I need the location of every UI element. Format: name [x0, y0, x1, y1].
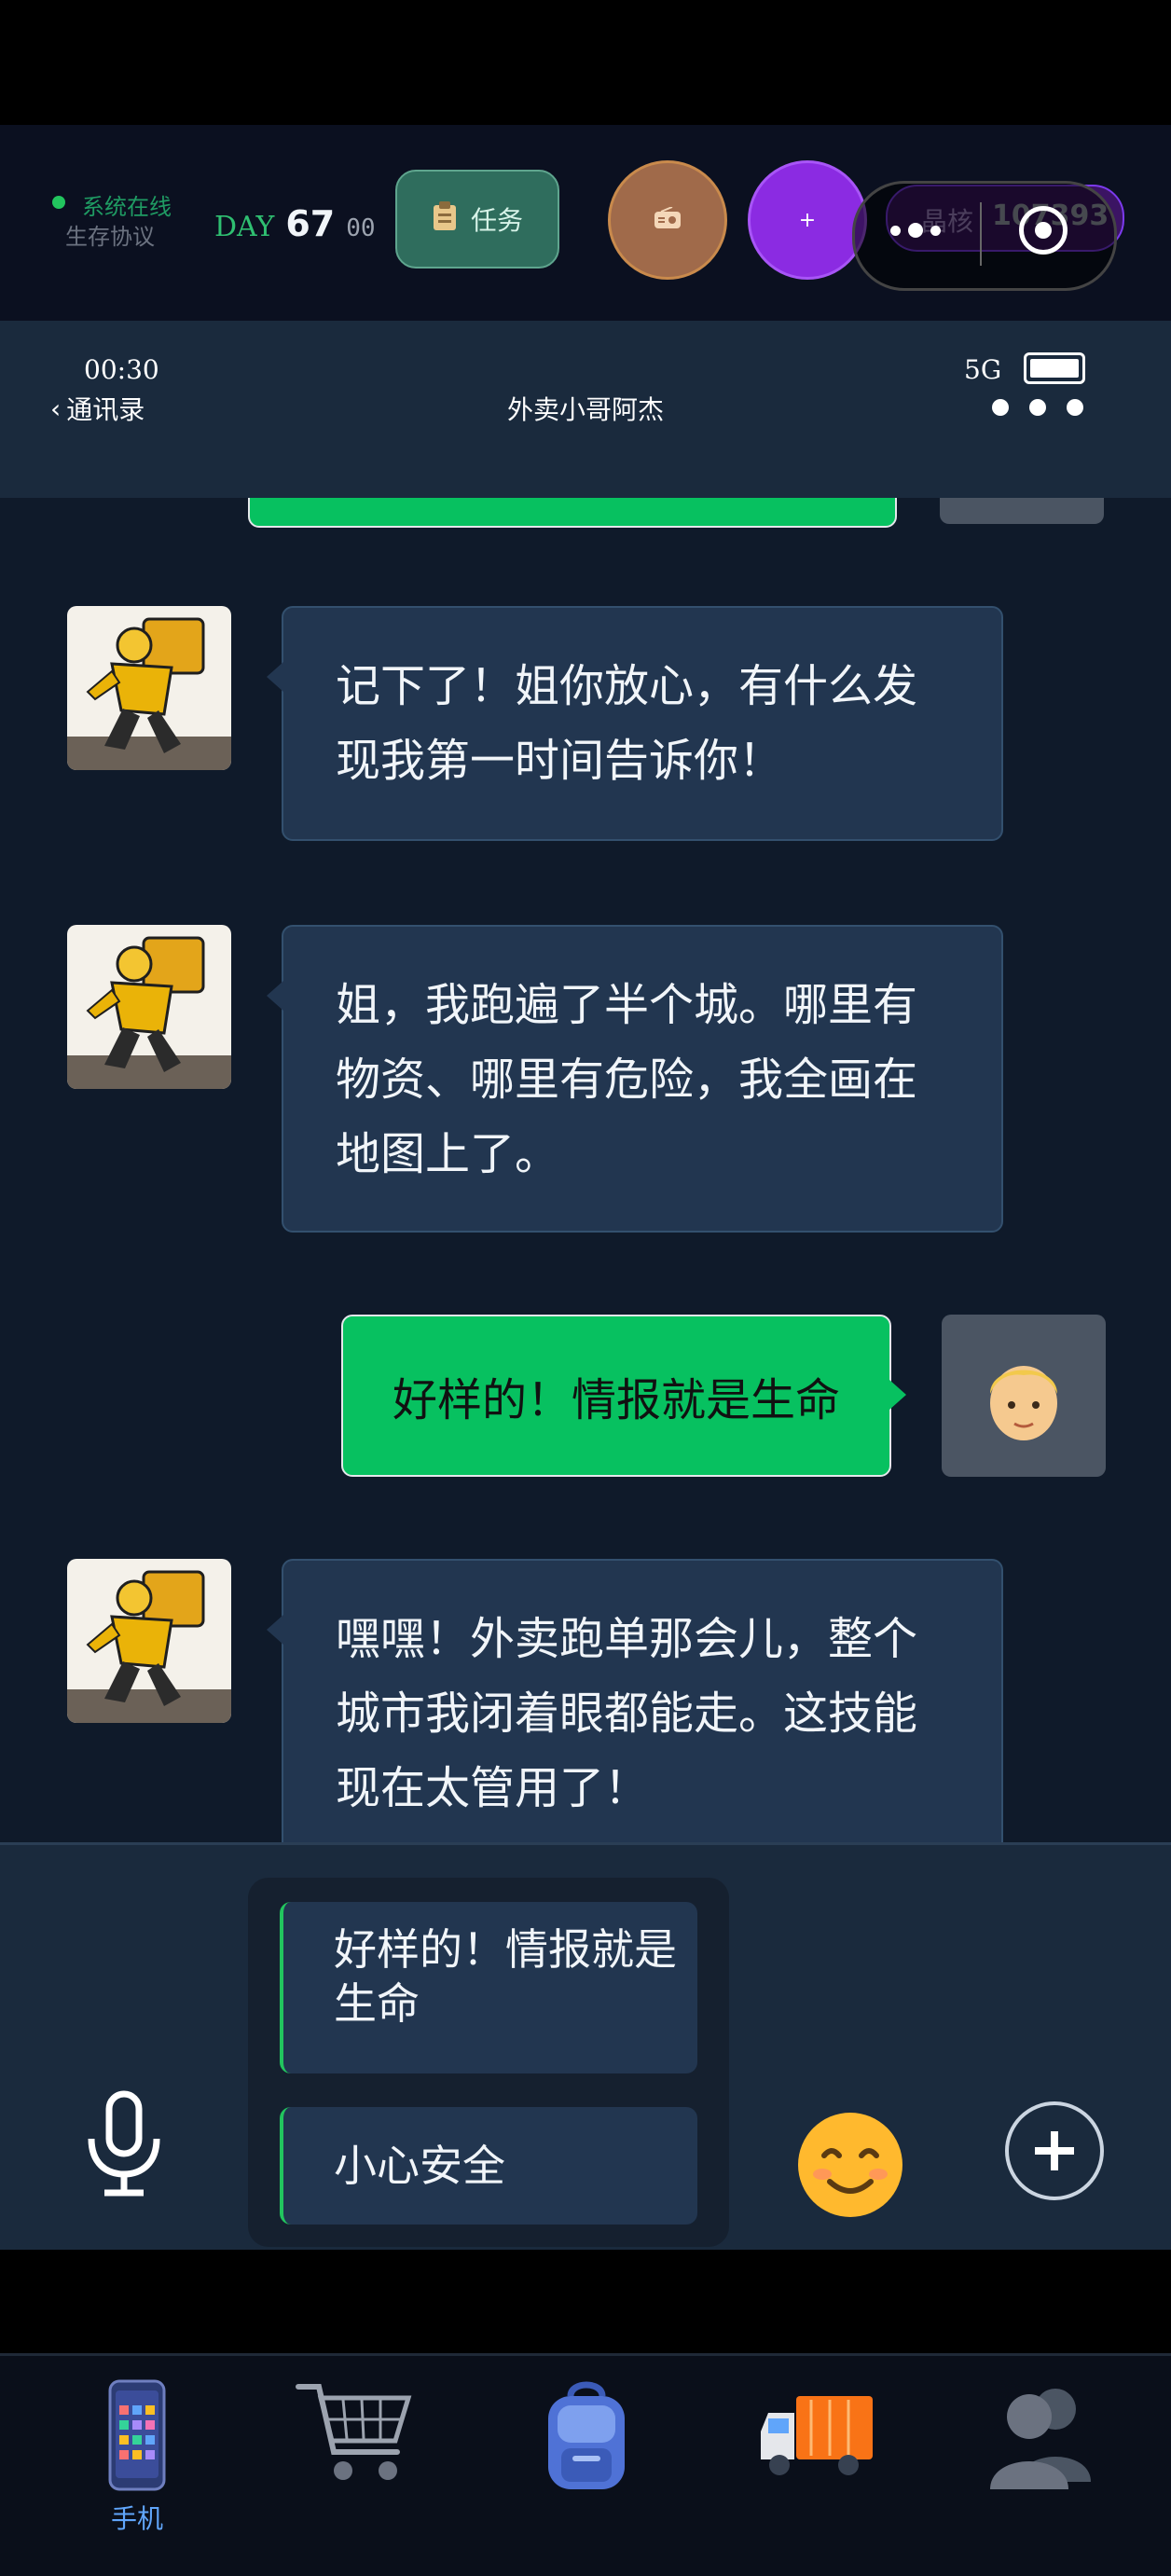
more-dots-icon[interactable]	[890, 223, 941, 238]
day-label: DAY	[214, 211, 275, 243]
previous-sent-bubble	[248, 498, 897, 528]
day-suffix: 00	[346, 214, 376, 242]
emoji-icon[interactable]	[794, 2109, 906, 2225]
shopping-cart-icon	[296, 2384, 412, 2480]
contact-avatar[interactable]	[67, 606, 231, 770]
system-status-text: 系统在线	[82, 194, 172, 220]
radio-button[interactable]	[608, 160, 727, 280]
clipboard-icon	[432, 200, 458, 239]
network-indicator: 5G	[964, 354, 1002, 385]
online-status-dot	[52, 196, 65, 209]
close-target-icon[interactable]	[1019, 206, 1068, 255]
quick-reply-option[interactable]: 好样的！情报就是生命	[280, 1902, 697, 2073]
contact-avatar[interactable]	[67, 925, 231, 1089]
protocol-text: 生存协议	[65, 224, 155, 250]
delivery-truck-icon	[761, 2396, 873, 2475]
nav-shop[interactable]	[283, 2377, 423, 2536]
nav-backpack[interactable]	[517, 2377, 656, 2536]
add-button[interactable]: +	[748, 160, 867, 280]
incoming-message-bubble[interactable]: 嘿嘿！外卖跑单那会儿，整个城市我闭着眼都能走。这技能现在太管用了！	[267, 1559, 1003, 1842]
add-attachment-button[interactable]	[1005, 2101, 1104, 2200]
battery-icon	[1024, 352, 1085, 384]
nav-delivery[interactable]	[746, 2377, 886, 2536]
incoming-message-bubble[interactable]: 记下了！姐你放心，有什么发现我第一时间告诉你！	[267, 606, 1003, 841]
phone-icon	[108, 2379, 166, 2491]
courier-avatar-icon	[67, 606, 231, 770]
user-avatar[interactable]	[942, 1315, 1106, 1477]
day-value: 67	[285, 203, 336, 244]
nav-phone[interactable]: 手机	[67, 2377, 207, 2536]
incoming-message-bubble[interactable]: 姐，我跑遍了半个城。哪里有物资、哪里有危险，我全画在地图上了。	[267, 925, 1003, 1233]
previous-user-avatar	[940, 498, 1104, 524]
microphone-icon[interactable]	[84, 2090, 164, 2200]
contact-avatar[interactable]	[67, 1559, 231, 1723]
day-counter: DAY 67 00	[214, 203, 376, 244]
status-time: 00:30	[84, 354, 159, 385]
plus-icon	[1035, 2131, 1074, 2170]
more-options-icon[interactable]	[992, 399, 1083, 416]
task-button[interactable]: 任务	[395, 170, 559, 269]
quick-reply-option[interactable]: 小心安全	[280, 2107, 697, 2225]
backpack-icon	[548, 2381, 625, 2489]
blond-person-icon	[990, 1366, 1057, 1440]
outgoing-message-bubble[interactable]: 好样的！情报就是生命	[341, 1315, 906, 1477]
mini-program-capsule	[852, 181, 1117, 291]
nav-contacts[interactable]	[970, 2377, 1109, 2536]
courier-avatar-icon	[67, 925, 231, 1089]
task-label: 任务	[470, 205, 523, 236]
radio-icon	[654, 206, 682, 233]
courier-avatar-icon	[67, 1559, 231, 1723]
capsule-divider	[980, 202, 982, 266]
nav-phone-label: 手机	[110, 2503, 163, 2534]
contacts-icon	[990, 2389, 1091, 2489]
